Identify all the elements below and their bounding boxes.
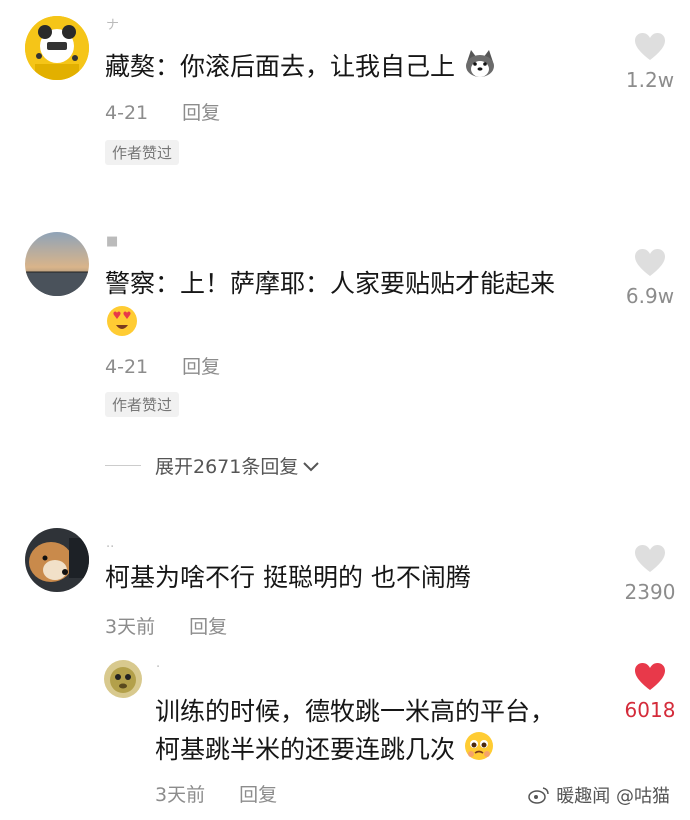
- avatar-image: [25, 528, 89, 592]
- comment-meta: 4-21 回复: [105, 98, 220, 125]
- like-button[interactable]: 6018: [620, 662, 680, 722]
- like-count: 2390: [624, 580, 676, 604]
- husky-emoji: [463, 48, 497, 88]
- expand-replies-label: 展开2671条回复: [155, 456, 299, 478]
- comment-text: 藏獒：你滚后面去，让我自己上: [105, 48, 497, 88]
- username[interactable]: ·: [156, 660, 160, 675]
- reply-button[interactable]: 回复: [182, 102, 220, 124]
- comment-date: 3天前: [155, 784, 206, 806]
- chevron-down-icon: [303, 461, 320, 471]
- watermark-text: 暖趣闻 @咕猫: [556, 786, 670, 807]
- expand-replies-button[interactable]: 展开2671条回复: [105, 452, 320, 479]
- comment-meta: 3天前 回复: [155, 780, 277, 807]
- avatar[interactable]: [25, 232, 89, 296]
- heart-eyes-emoji: [105, 304, 139, 342]
- like-button[interactable]: 1.2w: [620, 32, 680, 92]
- comment-date: 3天前: [105, 616, 156, 638]
- like-count: 6018: [624, 698, 676, 722]
- comment-text-content: 藏獒：你滚后面去，让我自己上: [105, 52, 456, 81]
- reply-button[interactable]: 回复: [182, 356, 220, 378]
- comment-meta: 4-21 回复: [105, 352, 220, 379]
- avatar[interactable]: [25, 528, 89, 592]
- username[interactable]: ■: [106, 234, 118, 249]
- comment-text: 训练的时候，德牧跳一米高的平台， 柯基跳半米的还要连跳几次: [155, 694, 555, 772]
- like-button[interactable]: 2390: [620, 544, 680, 604]
- heart-icon: [635, 33, 665, 60]
- avatar[interactable]: [104, 660, 142, 698]
- reply-button[interactable]: 回复: [239, 784, 277, 806]
- author-liked-badge: 作者赞过: [105, 140, 180, 165]
- heart-icon: [635, 249, 665, 276]
- avatar[interactable]: [25, 16, 89, 80]
- comment-meta: 3天前 回复: [105, 612, 227, 639]
- author-liked-badge: 作者赞过: [105, 392, 180, 417]
- comment-text-line: 柯基跳半米的还要连跳几次: [155, 730, 555, 772]
- like-button[interactable]: 6.9w: [620, 248, 680, 308]
- comment-text: 警察：上！萨摩耶：人家要贴贴才能起来: [105, 269, 556, 298]
- watermark: 暖趣闻 @咕猫: [528, 782, 670, 808]
- pleading-face-emoji: [463, 730, 495, 772]
- heart-icon: [635, 545, 665, 572]
- like-count: 1.2w: [625, 68, 675, 92]
- like-count: 6.9w: [625, 284, 675, 308]
- comment-date: 4-21: [105, 356, 149, 378]
- avatar-image: [25, 232, 89, 296]
- comment-text-content: 柯基跳半米的还要连跳几次: [155, 735, 456, 764]
- avatar-image: [104, 660, 142, 698]
- username[interactable]: ..: [106, 536, 114, 551]
- reply-button[interactable]: 回复: [189, 616, 227, 638]
- comment-date: 4-21: [105, 102, 149, 124]
- divider-line: [105, 465, 141, 466]
- heart-filled-icon: [635, 663, 665, 690]
- comment-text-line: 训练的时候，德牧跳一米高的平台，: [155, 697, 556, 726]
- username[interactable]: ナ: [106, 14, 119, 33]
- avatar-image: [25, 16, 89, 80]
- comment-text: 柯基为啥不行 挺聪明的 也不闹腾: [105, 563, 471, 592]
- weibo-icon: [528, 787, 550, 804]
